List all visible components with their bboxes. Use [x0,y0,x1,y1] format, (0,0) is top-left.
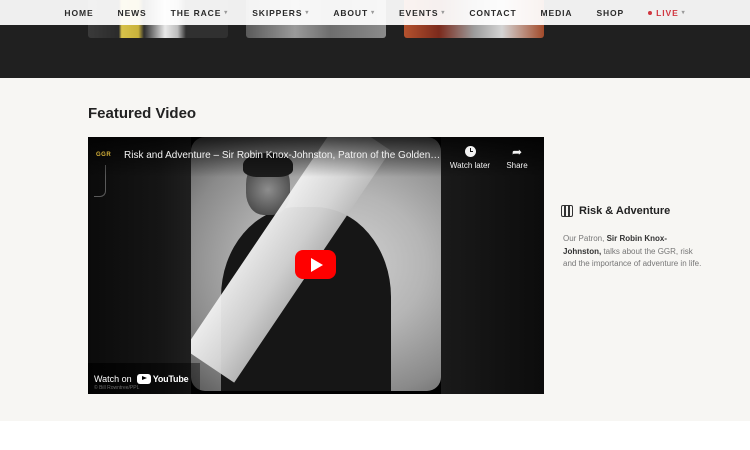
youtube-play-icon [136,373,151,384]
nav-item-news[interactable]: NEWS [106,8,159,18]
nav-item-contact[interactable]: CONTACT [457,8,528,18]
nav-item-live[interactable]: LIVE ▾ [636,8,697,18]
film-icon [561,205,573,217]
youtube-video-player[interactable]: GGR Risk and Adventure – Sir Robin Knox-… [88,137,544,394]
nav-item-home[interactable]: HOME [52,8,105,18]
section-title: Featured Video [88,105,197,122]
clock-icon [464,146,476,157]
watch-later-button[interactable]: Watch later [445,145,495,170]
video-side-heading: Risk & Adventure [561,205,670,217]
live-dot-icon [648,10,653,15]
chevron-down-icon: ▾ [441,10,446,16]
channel-logo[interactable]: GGR [96,152,111,158]
nav-item-shop[interactable]: SHOP [584,8,636,18]
play-button[interactable] [295,250,336,279]
nav-item-skippers[interactable]: SKIPPERS ▾ [240,8,321,18]
photo-credit: © Bill Rowntree/PPL [94,385,140,391]
nav-item-events[interactable]: EVENTS ▾ [387,8,457,18]
chevron-down-icon: ▾ [681,10,686,16]
video-title[interactable]: Risk and Adventure – Sir Robin Knox-John… [124,150,442,161]
chevron-down-icon: ▾ [224,10,229,16]
bottom-white-band [0,421,750,450]
video-description: Our Patron, Sir Robin Knox-Johnston, tal… [563,234,702,268]
nav-item-media[interactable]: MEDIA [529,8,585,18]
share-button[interactable]: ➦ Share [492,145,542,170]
youtube-logo: YouTube [136,373,189,384]
nav-item-about[interactable]: ABOUT ▾ [321,8,387,18]
video-side-title: Risk & Adventure [579,205,671,217]
main-nav: HOME NEWS THE RACE ▾ SKIPPERS ▾ ABOUT ▾ EVE… [0,0,750,25]
chevron-down-icon: ▾ [371,10,375,16]
nav-item-the-race[interactable]: THE RACE ▾ [159,8,241,18]
chevron-down-icon: ▾ [305,10,310,16]
share-arrow-icon: ➦ [511,145,523,159]
